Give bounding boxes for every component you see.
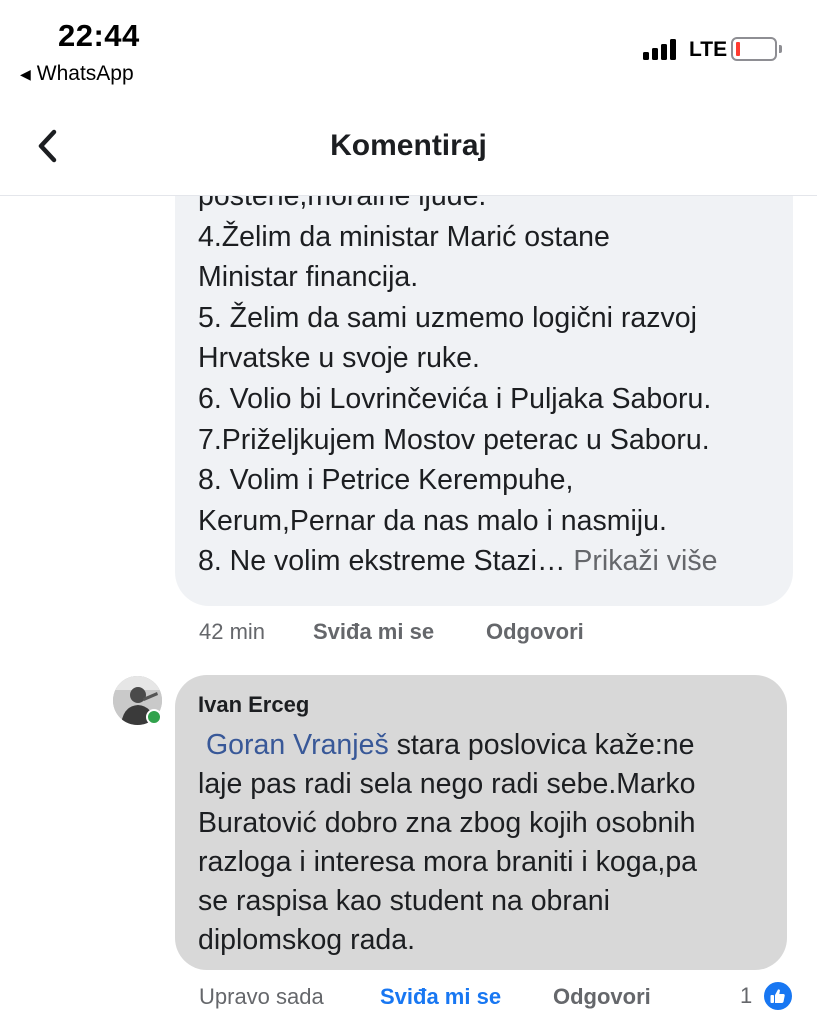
thumbs-up-icon[interactable] (762, 980, 794, 1012)
back-app-label: WhatsApp (36, 62, 134, 85)
like-button[interactable]: Sviđa mi se (313, 619, 434, 645)
comment-line: se raspisa kao student na obrani (198, 885, 610, 917)
status-time: 22:44 (58, 18, 140, 53)
comment-line: 8. Volim i Petrice Kerempuhe, (198, 464, 574, 497)
reply-button[interactable]: Odgovori (486, 619, 584, 645)
comment-line: 5. Želim da sami uzmemo logični razvoj (198, 301, 697, 334)
show-more-link[interactable]: Prikaži više (573, 545, 717, 577)
comment-author[interactable]: Ivan Erceg (198, 692, 309, 718)
battery-icon (731, 37, 782, 61)
network-label: LTE (689, 38, 728, 61)
comment-last-line: 8. Ne volim ekstreme Stazi… Prikaži više (198, 541, 798, 582)
battery-fill (736, 42, 740, 56)
online-status-indicator (146, 709, 162, 725)
comment-text: Goran Vranješ stara poslovica kaže:ne la… (198, 726, 778, 960)
comment-line: Buratović dobro zna zbog kojih osobnih (198, 807, 696, 839)
comment-line: Hrvatske u svoje ruke. (198, 342, 480, 375)
comment-line: poštene,moralne ljude. (198, 196, 487, 212)
like-button[interactable]: Sviđa mi se (380, 984, 501, 1010)
reaction-count[interactable]: 1 (740, 983, 752, 1009)
back-triangle-icon: ◀ (20, 65, 31, 82)
comment-line: 6. Volio bi Lovrinčevića i Puljaka Sabor… (198, 382, 712, 415)
page-title: Komentiraj (330, 129, 487, 162)
comment-line: diplomskog rada. (198, 924, 416, 956)
comment-line: Ministar financija. (198, 261, 419, 294)
comment-text: poštene,moralne ljude. 4.Želim da minist… (198, 196, 798, 600)
reply-button[interactable]: Odgovori (553, 984, 651, 1010)
comment-line: razloga i interesa mora braniti i koga,p… (198, 846, 698, 878)
comment-line: 8. Ne volim ekstreme Stazi… (198, 545, 566, 578)
comment-time: Upravo sada (199, 984, 324, 1009)
back-to-app-link[interactable]: ◀ WhatsApp (20, 62, 134, 86)
status-bar: 22:44 ◀ WhatsApp LTE (0, 0, 817, 98)
signal-icon (643, 38, 683, 60)
comment-line: laje pas radi sela nego radi sebe.Marko (198, 768, 696, 800)
comment-line: 4.Želim da ministar Marić ostane (198, 220, 610, 253)
header: Komentiraj (0, 98, 817, 196)
comment-line: 7.Priželjkujem Mostov peterac u Saboru. (198, 423, 710, 456)
mention-link[interactable]: Goran Vranješ (206, 729, 389, 761)
comment-time: 42 min (199, 619, 266, 644)
comment-line: stara poslovica kaže:ne (396, 729, 695, 761)
comment-line: Kerum,Pernar da nas malo i nasmiju. (198, 504, 667, 537)
